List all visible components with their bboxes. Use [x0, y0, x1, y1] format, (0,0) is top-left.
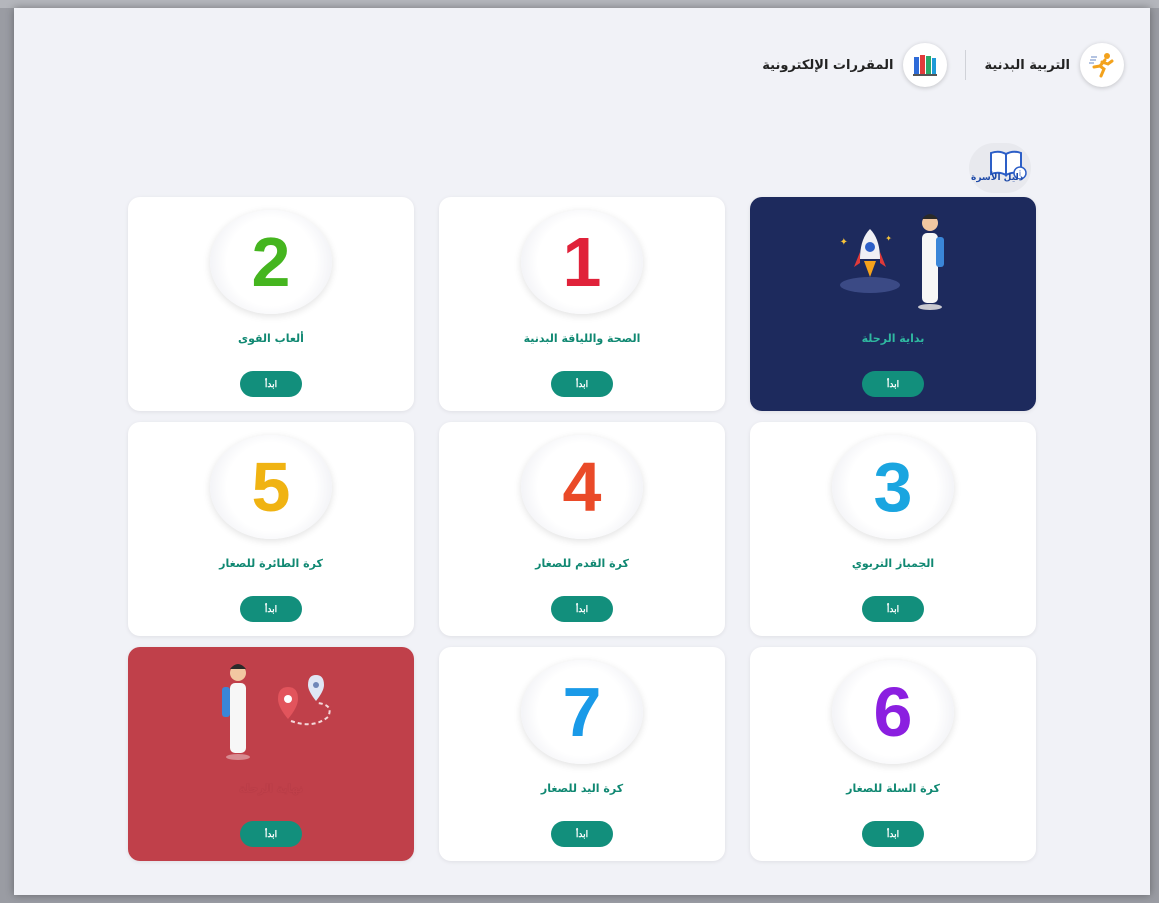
- unit-card-6[interactable]: 6 كرة السلة للصغار ابدأ: [750, 647, 1036, 861]
- unit-card-7[interactable]: 7 كرة اليد للصغار ابدأ: [439, 647, 725, 861]
- unit-title: كرة القدم للصغار: [535, 557, 629, 570]
- start-button[interactable]: ابدأ: [862, 821, 924, 847]
- unit-number-badge: 6: [832, 660, 954, 764]
- unit-card-2[interactable]: 2 ألعاب القوى ابدأ: [128, 197, 414, 411]
- unit-title: كرة السلة للصغار: [846, 782, 940, 795]
- unit-card-4[interactable]: 4 كرة القدم للصغار ابدأ: [439, 422, 725, 636]
- unit-number-badge: 3: [832, 435, 954, 539]
- unit-number: 5: [251, 448, 291, 526]
- unit-number-badge: 2: [210, 210, 332, 314]
- unit-number: 6: [873, 673, 913, 751]
- unit-number-badge: 1: [521, 210, 643, 314]
- family-guide-button[interactable]: i دليل الأسرة: [969, 143, 1031, 193]
- unit-title: ألعاب القوى: [238, 332, 304, 345]
- unit-number-badge: 7: [521, 660, 643, 764]
- unit-number: 7: [562, 673, 602, 751]
- breadcrumb-subject[interactable]: التربية البدنية: [984, 43, 1124, 87]
- unit-title: كرة الطائرة للصغار: [219, 557, 323, 570]
- start-button[interactable]: ابدأ: [240, 821, 302, 847]
- unit-number: 2: [251, 223, 291, 301]
- unit-title: بداية الرحلة: [861, 332, 925, 345]
- svg-text:✦: ✦: [885, 234, 892, 243]
- rocket-boy-illustration: ✦ ✦: [840, 214, 944, 310]
- unit-title: نهاية الرحلة: [239, 782, 303, 795]
- breadcrumb-courses[interactable]: المقررات الإلكترونية: [762, 43, 948, 87]
- start-button[interactable]: ابدأ: [551, 821, 613, 847]
- books-icon: [903, 43, 948, 87]
- family-guide-label: دليل الأسرة: [971, 173, 1024, 183]
- page-frame: المقررات الإلكترونية التربية البدنية i د…: [14, 8, 1150, 895]
- start-button[interactable]: ابدأ: [240, 596, 302, 622]
- svg-text:✦: ✦: [840, 237, 848, 248]
- unit-card-journey-end[interactable]: نهاية الرحلة ابدأ: [128, 647, 414, 861]
- start-button[interactable]: ابدأ: [551, 596, 613, 622]
- breadcrumb-subject-label: التربية البدنية: [984, 57, 1070, 73]
- unit-title: الصحة واللياقة البدنية: [523, 332, 641, 345]
- breadcrumb-courses-label: المقررات الإلكترونية: [762, 57, 894, 73]
- unit-number-badge: 5: [210, 435, 332, 539]
- unit-number: 4: [562, 448, 602, 526]
- unit-title: كرة اليد للصغار: [540, 782, 624, 795]
- runner-icon: [1080, 43, 1124, 87]
- unit-card-1[interactable]: 1 الصحة واللياقة البدنية ابدأ: [439, 197, 725, 411]
- start-button[interactable]: ابدأ: [862, 371, 924, 397]
- unit-number-badge: 4: [521, 435, 643, 539]
- unit-title: الجمباز التربوي: [851, 557, 935, 570]
- map-pin-boy-illustration: [222, 664, 331, 760]
- start-button[interactable]: ابدأ: [862, 596, 924, 622]
- units-grid: ✦ ✦ بداية الرحلة ابدأ 1 الصحة واللياقة ا…: [126, 197, 1036, 861]
- unit-card-5[interactable]: 5 كرة الطائرة للصغار ابدأ: [128, 422, 414, 636]
- start-button[interactable]: ابدأ: [551, 371, 613, 397]
- unit-card-journey-start[interactable]: ✦ ✦ بداية الرحلة ابدأ: [750, 197, 1036, 411]
- window-shadow: [0, 0, 1159, 8]
- unit-number: 1: [562, 223, 602, 301]
- unit-card-3[interactable]: 3 الجمباز التربوي ابدأ: [750, 422, 1036, 636]
- breadcrumb: المقررات الإلكترونية التربية البدنية: [762, 40, 1124, 90]
- breadcrumb-divider: [965, 50, 967, 80]
- start-button[interactable]: ابدأ: [240, 371, 302, 397]
- unit-number: 3: [873, 448, 913, 526]
